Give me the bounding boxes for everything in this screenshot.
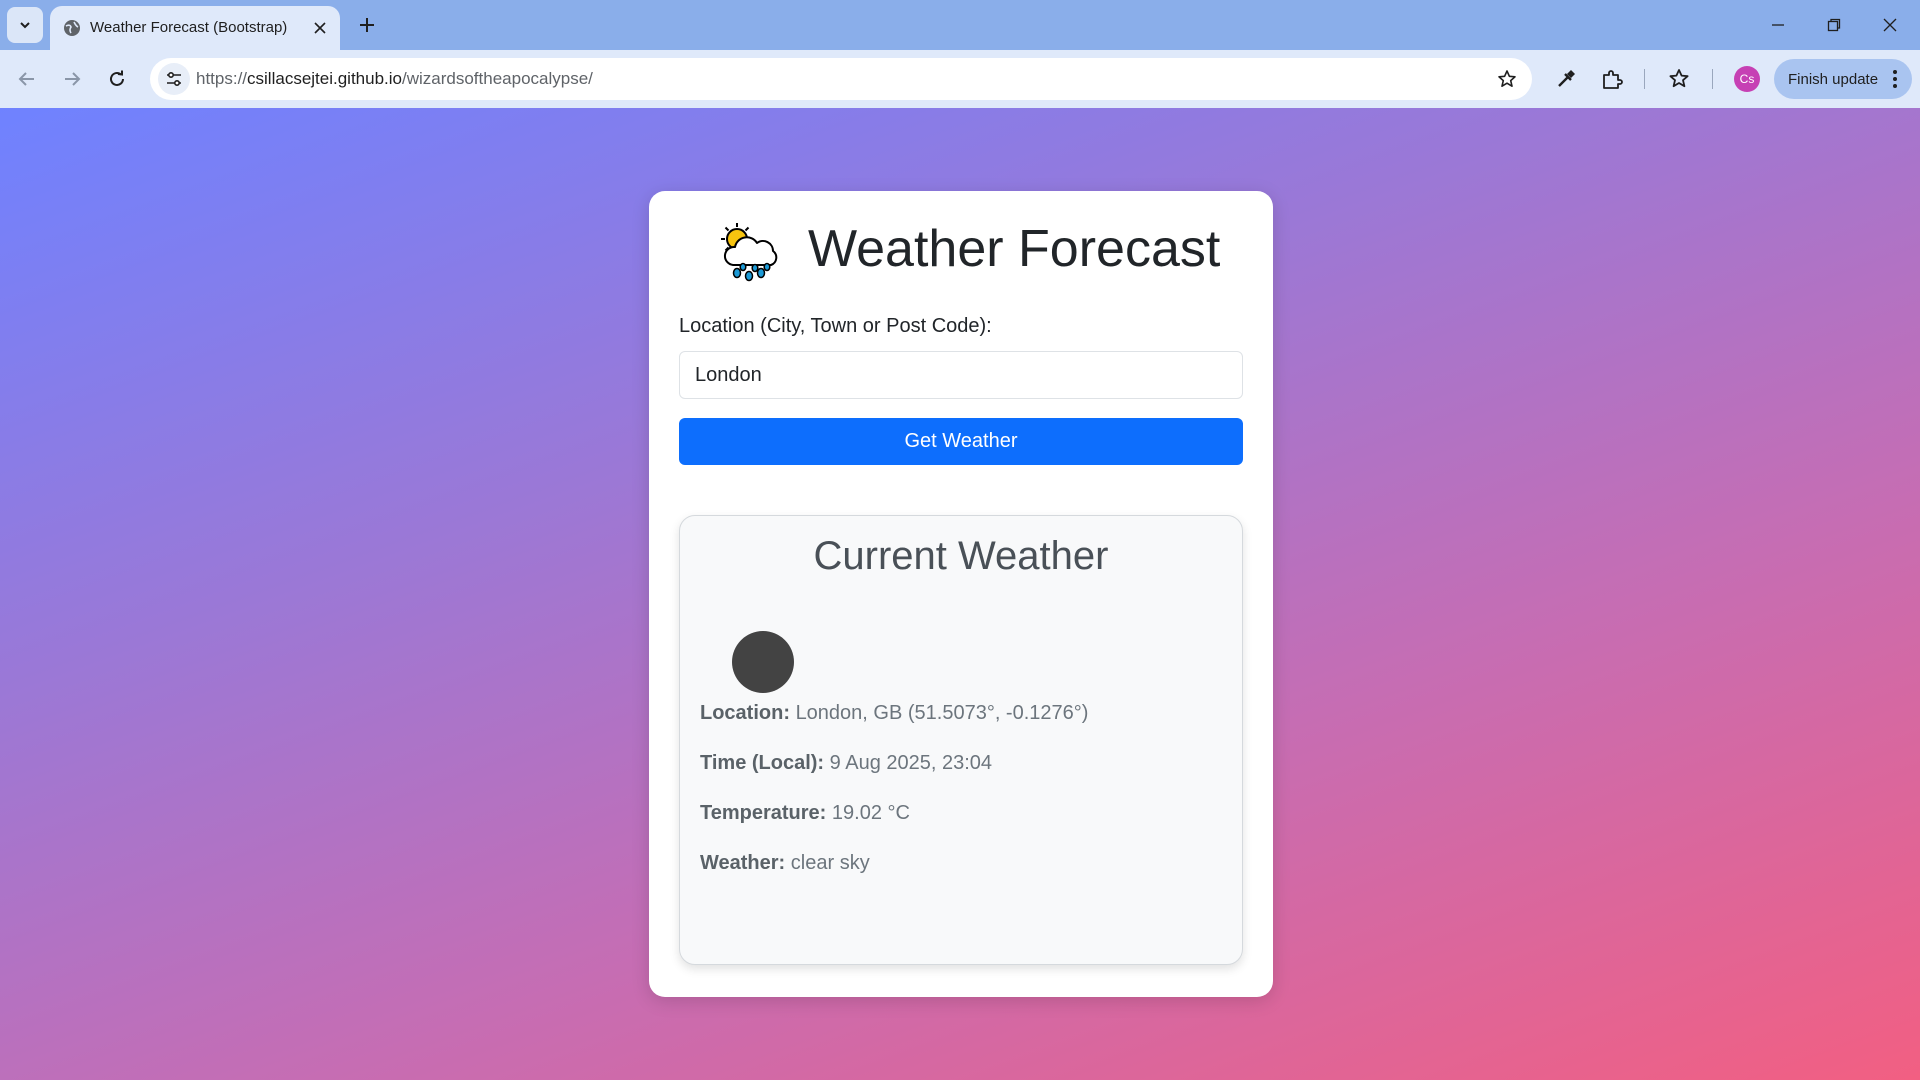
globe-icon xyxy=(64,20,80,36)
url-host: csillacsejtei.github.io xyxy=(247,69,402,88)
arrow-left-icon xyxy=(18,72,34,86)
close-icon xyxy=(1883,18,1897,32)
star-list-icon xyxy=(1669,69,1689,88)
chevron-down-icon xyxy=(20,22,30,29)
finish-update-label: Finish update xyxy=(1788,70,1879,88)
eyedropper-icon xyxy=(1558,70,1575,87)
weather-card: Weather Forecast Location (City, Town or… xyxy=(649,191,1273,997)
temperature-row: Temperature: 19.02 °C xyxy=(700,802,910,825)
time-value: 9 Aug 2025, 23:04 xyxy=(829,752,993,774)
bookmark-star-button[interactable] xyxy=(1492,64,1522,94)
time-key: Time (Local): xyxy=(700,752,825,774)
reload-button[interactable] xyxy=(100,62,134,96)
location-row: Location: London, GB (51.5073°, -0.1276°… xyxy=(700,702,1088,725)
restore-icon xyxy=(1827,18,1841,32)
arrow-right-icon xyxy=(65,72,81,86)
url-text: https://csillacsejtei.github.io/wizardso… xyxy=(196,69,593,89)
page-viewport: Weather Forecast Location (City, Town or… xyxy=(0,108,1920,1080)
toolbar-separator xyxy=(1712,69,1713,89)
profile-avatar[interactable]: Cs xyxy=(1734,66,1760,92)
location-key: Location: xyxy=(700,702,790,724)
tab-strip: Weather Forecast (Bootstrap) xyxy=(0,0,1920,50)
sun-cloud-rain-icon xyxy=(721,223,778,282)
plus-icon xyxy=(360,18,374,32)
get-weather-button[interactable]: Get Weather xyxy=(679,418,1243,465)
location-value: London, GB (51.5073°, -0.1276°) xyxy=(795,702,1089,724)
page-title: Weather Forecast xyxy=(808,220,1221,278)
location-label: Location (City, Town or Post Code): xyxy=(679,315,992,337)
current-weather-panel: Current Weather Location: London, GB (51… xyxy=(679,515,1243,965)
minimize-button[interactable] xyxy=(1750,0,1806,50)
url-path: /wizardsoftheapocalypse/ xyxy=(402,69,593,88)
tab-title: Weather Forecast (Bootstrap) xyxy=(90,19,288,36)
current-weather-heading: Current Weather xyxy=(813,534,1109,578)
weather-row: Weather: clear sky xyxy=(700,852,870,875)
site-info-button[interactable] xyxy=(158,63,190,95)
new-tab-button[interactable] xyxy=(351,9,383,41)
time-row: Time (Local): 9 Aug 2025, 23:04 xyxy=(700,752,992,775)
tab-search-button[interactable] xyxy=(7,7,43,43)
tab-weather-forecast[interactable]: Weather Forecast (Bootstrap) xyxy=(50,6,340,50)
page-header: Weather Forecast xyxy=(649,217,1273,287)
url-scheme: https:// xyxy=(196,69,248,88)
back-button[interactable] xyxy=(10,62,44,96)
tune-icon xyxy=(167,71,181,87)
more-vert-icon xyxy=(1893,70,1897,88)
minimize-icon xyxy=(1772,24,1784,26)
address-bar[interactable]: https://csillacsejtei.github.io/wizardso… xyxy=(150,58,1532,100)
weather-condition-icon xyxy=(732,631,794,693)
weather-key: Weather: xyxy=(700,852,786,874)
restore-button[interactable] xyxy=(1806,0,1862,50)
weather-value: clear sky xyxy=(790,852,870,874)
finish-update-button[interactable]: Finish update xyxy=(1774,59,1912,99)
extensions-button[interactable] xyxy=(1596,63,1628,95)
forward-button[interactable] xyxy=(55,62,89,96)
eyedropper-button[interactable] xyxy=(1550,63,1582,95)
puzzle-icon xyxy=(1603,70,1623,89)
temperature-value: 19.02 °C xyxy=(831,802,910,824)
bookmarks-button[interactable] xyxy=(1663,63,1695,95)
reload-icon xyxy=(110,70,124,86)
star-icon xyxy=(1498,70,1516,87)
toolbar-separator xyxy=(1644,69,1645,89)
temperature-key: Temperature: xyxy=(700,802,827,824)
browser-toolbar: https://csillacsejtei.github.io/wizardso… xyxy=(0,50,1920,109)
close-window-button[interactable] xyxy=(1862,0,1918,50)
close-tab-icon[interactable] xyxy=(308,16,332,40)
location-input[interactable] xyxy=(679,351,1243,399)
